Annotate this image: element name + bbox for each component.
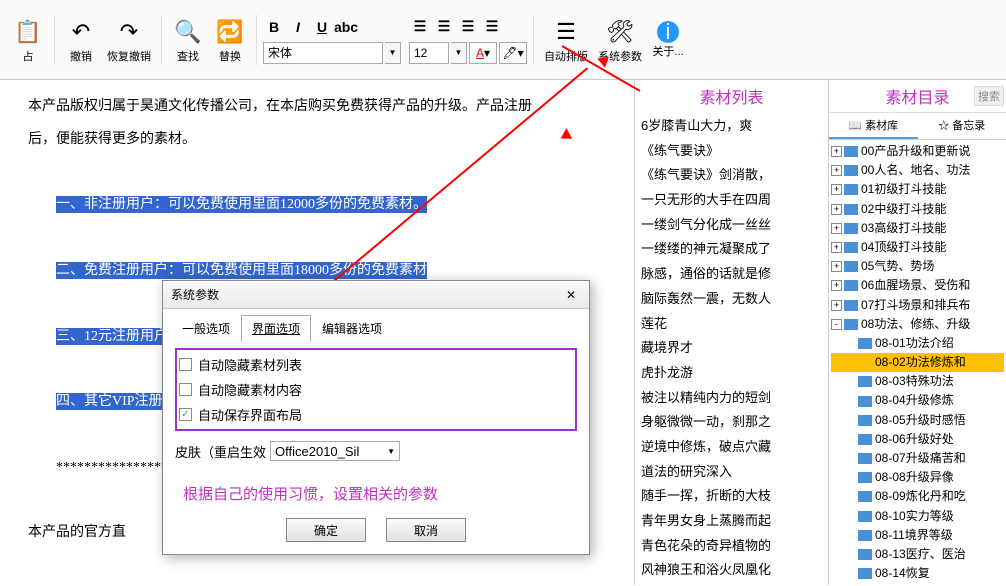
list-item[interactable]: 《练气要诀》 (641, 139, 822, 164)
chk-save-layout[interactable]: ✓ (179, 408, 192, 421)
list-item[interactable]: 道法的研究深入 (641, 460, 822, 485)
tree-item[interactable]: 08-01功法介绍 (831, 334, 1004, 353)
checkbox-highlight-box: 自动隐藏素材列表 自动隐藏素材内容 ✓自动保存界面布局 (175, 348, 577, 431)
material-list-panel: 素材列表 6岁膝青山大力，爽 《练气要诀》 《练气要诀》剑消散，一只无形的大手在… (634, 80, 828, 585)
tree-item[interactable]: +04顶级打斗技能 (831, 238, 1004, 257)
tab-material-lib[interactable]: 📖 素材库 (829, 113, 918, 139)
font-size-select[interactable]: 12 (409, 42, 449, 64)
tree-item[interactable]: 08-03特殊功法 (831, 372, 1004, 391)
list-item[interactable]: 风神秀将身心完全付诸 (641, 583, 822, 585)
tree-item[interactable]: 08-10实力等级 (831, 507, 1004, 526)
dialog-note: 根据自己的使用习惯，设置相关的参数 (175, 465, 577, 504)
highlight-button[interactable]: 🖊▾ (499, 42, 527, 64)
auto-layout-button[interactable]: ☰自动排版 (540, 10, 592, 70)
tree-item[interactable]: +01初级打斗技能 (831, 180, 1004, 199)
chk-hide-list[interactable] (179, 358, 192, 371)
tree-item[interactable]: 08-09炼化丹和吃 (831, 487, 1004, 506)
tree-item[interactable]: 08-11境界等级 (831, 526, 1004, 545)
bold-button[interactable]: B (263, 16, 285, 38)
dialog-titlebar: 系统参数 ✕ (163, 281, 589, 309)
align-center-button[interactable]: ☰ (433, 16, 455, 38)
tree-item[interactable]: 08-05升级时感悟 (831, 411, 1004, 430)
material-tree[interactable]: +00产品升级和更新说+00人名、地名、功法+01初级打斗技能+02中级打斗技能… (829, 140, 1006, 585)
underline-button[interactable]: U (311, 16, 333, 38)
list-item[interactable]: 藏境界才 (641, 336, 822, 361)
tab-editor[interactable]: 编辑器选项 (311, 315, 393, 342)
material-list[interactable]: 6岁膝青山大力，爽 《练气要诀》 《练气要诀》剑消散，一只无形的大手在四周一缕剑… (635, 112, 828, 585)
tree-item[interactable]: +00产品升级和更新说 (831, 142, 1004, 161)
find-button[interactable]: 🔍查找 (168, 10, 208, 70)
about-button[interactable]: i关于... (648, 10, 688, 70)
tree-item[interactable]: 08-06升级好处 (831, 430, 1004, 449)
redo-button[interactable]: ↷恢复撤销 (103, 10, 155, 70)
list-item[interactable]: 一缕缕的神元凝聚成了 (641, 237, 822, 262)
align-right-button[interactable]: ☰ (457, 16, 479, 38)
list-item[interactable]: 《练气要诀》剑消散， (641, 163, 822, 188)
paste-button[interactable]: 📋占 (8, 10, 48, 70)
cancel-button[interactable]: 取消 (386, 518, 466, 542)
align-left-button[interactable]: ☰ (409, 16, 431, 38)
tree-item[interactable]: +02中级打斗技能 (831, 200, 1004, 219)
tab-general[interactable]: 一般选项 (171, 315, 241, 342)
list-item[interactable]: 一只无形的大手在四周 (641, 188, 822, 213)
list-item[interactable]: 青色花朵的奇异植物的 (641, 534, 822, 559)
tree-item[interactable]: 08-07升级痛苦和 (831, 449, 1004, 468)
tree-item[interactable]: +06血腥场景、受伤和 (831, 276, 1004, 295)
tree-item[interactable]: 08-14恢复 (831, 564, 1004, 583)
tree-item[interactable]: 08-08升级异像 (831, 468, 1004, 487)
font-dropdown-icon[interactable]: ▼ (385, 42, 401, 64)
list-item[interactable]: 一缕剑气分化成一丝丝 (641, 213, 822, 238)
tree-item[interactable]: 08-04升级修炼 (831, 391, 1004, 410)
sys-param-dialog: 系统参数 ✕ 一般选项 界面选项 编辑器选项 自动隐藏素材列表 自动隐藏素材内容… (162, 280, 590, 555)
ok-button[interactable]: 确定 (286, 518, 366, 542)
tree-item[interactable]: +05气势、势场 (831, 257, 1004, 276)
strike-button[interactable]: abc (335, 16, 357, 38)
italic-button[interactable]: I (287, 16, 309, 38)
tree-item[interactable]: 08-13医疗、医治 (831, 545, 1004, 564)
main-toolbar: 📋占 ↶撤销 ↷恢复撤销 🔍查找 🔁替换 B I U abc 宋体 ▼ ☰ ☰ … (0, 0, 1006, 80)
list-item[interactable]: 脑际轰然一震，无数人 (641, 287, 822, 312)
tab-memo[interactable]: ☆ 备忘录 (918, 113, 1006, 139)
list-item[interactable]: 被注以精纯内力的短剑 (641, 386, 822, 411)
font-color-button[interactable]: A▾ (469, 42, 497, 64)
list-item[interactable]: 随手一挥，折断的大枝 (641, 484, 822, 509)
list-item[interactable]: 莲花 (641, 312, 822, 337)
undo-button[interactable]: ↶撤销 (61, 10, 101, 70)
material-list-title: 素材列表 (635, 80, 828, 112)
dialog-title-text: 系统参数 (171, 286, 219, 303)
list-item[interactable]: 脉感，通俗的话就是修 (641, 262, 822, 287)
skin-select[interactable]: Office2010_Sil▼ (270, 441, 400, 461)
align-justify-button[interactable]: ☰ (481, 16, 503, 38)
material-tree-panel: 素材目录 📖 素材库 ☆ 备忘录 +00产品升级和更新说+00人名、地名、功法+… (828, 80, 1006, 585)
skin-label: 皮肤（重启生效 (175, 442, 266, 461)
tab-ui[interactable]: 界面选项 (241, 315, 311, 342)
list-item[interactable]: 青年男女身上蒸腾而起 (641, 509, 822, 534)
tree-item[interactable]: -08功法、修练、升级 (831, 315, 1004, 334)
sys-param-button[interactable]: 🛠系统参数 (594, 10, 646, 70)
replace-button[interactable]: 🔁替换 (210, 10, 250, 70)
tree-item[interactable]: +00人名、地名、功法 (831, 161, 1004, 180)
tree-item[interactable]: +03高级打斗技能 (831, 219, 1004, 238)
tree-item[interactable]: +07打斗场景和排兵布 (831, 296, 1004, 315)
list-item[interactable]: 6岁膝青山大力，爽 (641, 114, 822, 139)
font-select[interactable]: 宋体 (263, 42, 383, 64)
search-button[interactable]: 搜索 (974, 86, 1004, 106)
list-item[interactable]: 风神狼王和浴火凤凰化 (641, 558, 822, 583)
close-icon[interactable]: ✕ (561, 288, 581, 302)
font-size-dropdown-icon[interactable]: ▼ (451, 42, 467, 64)
tree-item[interactable]: 08-15散功和自废 (831, 583, 1004, 585)
chk-hide-content[interactable] (179, 383, 192, 396)
list-item[interactable]: 身躯微微一动，刹那之 (641, 410, 822, 435)
list-item[interactable]: 虎扑龙游 (641, 361, 822, 386)
tree-item[interactable]: 08-02功法修炼和 (831, 353, 1004, 372)
list-item[interactable]: 逆境中修炼，破点穴藏 (641, 435, 822, 460)
